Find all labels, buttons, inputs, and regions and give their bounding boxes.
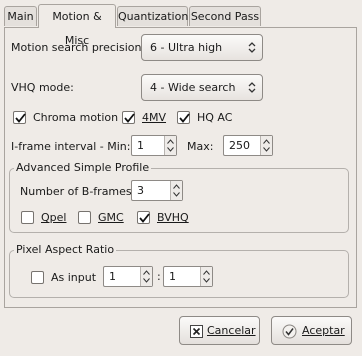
spin-buttons[interactable] bbox=[200, 267, 212, 286]
bframes-spinbox[interactable]: 3 bbox=[131, 180, 183, 201]
checkmark-icon bbox=[179, 113, 190, 123]
qpel-label: Qpel bbox=[41, 211, 67, 224]
chroma-motion-label: Chroma motion bbox=[33, 111, 119, 124]
chroma-motion-checkbox[interactable] bbox=[13, 111, 26, 124]
hqac-checkbox[interactable] bbox=[177, 111, 190, 124]
cancel-button-label: Cancelar bbox=[207, 324, 256, 337]
bframes-label: Number of B-frames: bbox=[20, 185, 136, 198]
tab-main-label: Main bbox=[7, 10, 34, 23]
spin-down-icon bbox=[143, 278, 150, 283]
updown-arrows-icon bbox=[248, 82, 256, 93]
par-group-title: Pixel Aspect Ratio bbox=[14, 243, 117, 256]
iframe-max-value: 250 bbox=[229, 139, 250, 152]
hqac-label: HQ AC bbox=[197, 111, 233, 124]
tab-quantization-label: Quantization bbox=[118, 10, 189, 23]
par-denominator-spinbox[interactable]: 1 bbox=[163, 266, 213, 287]
accept-button-label: Aceptar bbox=[302, 324, 345, 337]
spin-down-icon bbox=[263, 147, 270, 152]
bvhq-checkbox[interactable] bbox=[137, 211, 150, 224]
iframe-min-spinbox[interactable]: 1 bbox=[131, 135, 177, 156]
bvhq-label: BVHQ bbox=[157, 211, 189, 224]
spin-up-icon bbox=[143, 270, 150, 275]
par-numerator-spinbox[interactable]: 1 bbox=[103, 266, 153, 287]
tab-second-pass[interactable]: Second Pass bbox=[189, 6, 261, 26]
bframes-value: 3 bbox=[137, 184, 144, 197]
fourmv-checkbox[interactable] bbox=[122, 111, 135, 124]
spin-up-icon bbox=[167, 139, 174, 144]
as-input-checkbox[interactable] bbox=[31, 271, 44, 284]
par-numerator-value: 1 bbox=[109, 270, 116, 283]
accept-button[interactable]: Aceptar bbox=[271, 316, 352, 345]
precision-combo[interactable]: 6 - Ultra high bbox=[141, 34, 263, 61]
asp-group-title: Advanced Simple Profile bbox=[14, 161, 152, 174]
iframe-max-spinbox[interactable]: 250 bbox=[223, 135, 273, 156]
as-input-label: As input bbox=[51, 271, 97, 284]
fourmv-label: 4MV bbox=[142, 111, 167, 124]
iframe-min-value: 1 bbox=[137, 139, 144, 152]
spin-down-icon bbox=[167, 147, 174, 152]
spin-up-icon bbox=[203, 270, 210, 275]
spin-down-icon bbox=[203, 278, 210, 283]
iframe-max-label: Max: bbox=[187, 140, 214, 153]
precision-value: 6 - Ultra high bbox=[150, 41, 223, 54]
cancel-icon bbox=[190, 325, 203, 338]
qpel-checkbox[interactable] bbox=[21, 211, 34, 224]
spin-buttons[interactable] bbox=[164, 136, 176, 155]
checkmark-icon bbox=[15, 113, 26, 123]
vhq-label: VHQ mode: bbox=[11, 81, 74, 94]
spin-buttons[interactable] bbox=[140, 267, 152, 286]
par-denominator-value: 1 bbox=[169, 270, 176, 283]
tab-motion-misc[interactable]: Motion & Misc bbox=[38, 4, 116, 47]
spin-buttons[interactable] bbox=[260, 136, 272, 155]
vhq-value: 4 - Wide search bbox=[150, 81, 236, 94]
spin-down-icon bbox=[173, 192, 180, 197]
tab-second-pass-label: Second Pass bbox=[190, 10, 260, 23]
gmc-checkbox[interactable] bbox=[78, 211, 91, 224]
tab-quantization[interactable]: Quantization bbox=[117, 6, 188, 26]
spin-up-icon bbox=[173, 184, 180, 189]
gmc-label: GMC bbox=[98, 211, 124, 224]
tab-main[interactable]: Main bbox=[4, 6, 37, 26]
spin-up-icon bbox=[263, 139, 270, 144]
checkmark-icon bbox=[139, 213, 150, 223]
cancel-button[interactable]: Cancelar bbox=[179, 316, 260, 345]
iframe-min-label: I-frame interval - Min: bbox=[11, 140, 131, 153]
par-separator: : bbox=[157, 270, 161, 283]
vhq-combo[interactable]: 4 - Wide search bbox=[141, 74, 263, 101]
accept-icon bbox=[282, 324, 297, 339]
checkmark-icon bbox=[124, 113, 135, 123]
spin-buttons[interactable] bbox=[170, 181, 182, 200]
updown-arrows-icon bbox=[248, 42, 256, 53]
